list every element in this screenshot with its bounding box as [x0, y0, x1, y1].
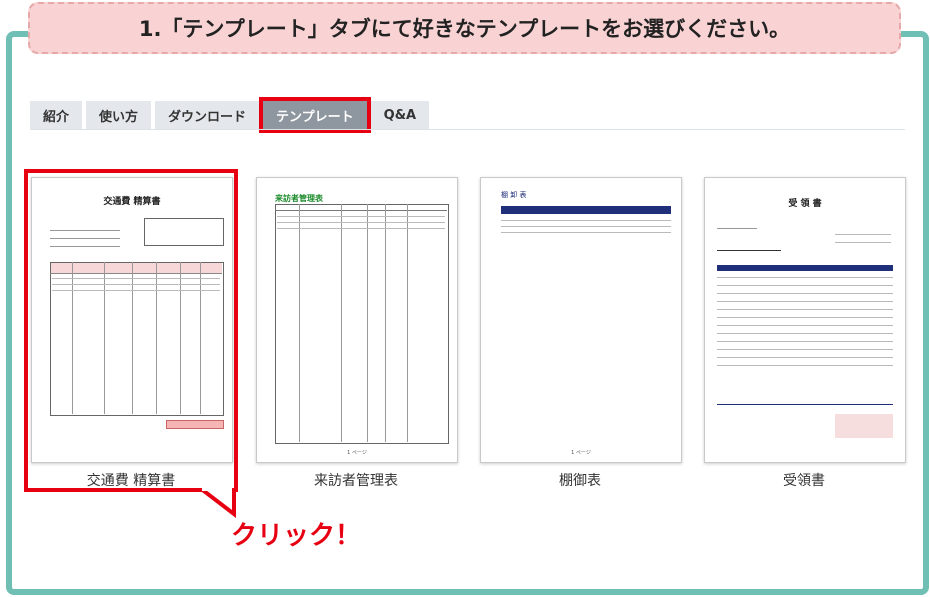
callout-tail [198, 488, 236, 518]
template-card-receipt[interactable]: 受 領 書 [704, 177, 906, 463]
template-title-inventory[interactable]: 棚御表 [480, 470, 680, 490]
tab-qa[interactable]: Q&A [370, 101, 430, 129]
tab-bar: 紹介 使い方 ダウンロード テンプレート Q&A [30, 97, 430, 133]
template-card-visitor[interactable]: 来訪者管理表 1 ページ [256, 177, 458, 463]
doc-heading: 来訪者管理表 [275, 194, 323, 203]
template-title-visitor[interactable]: 来訪者管理表 [256, 470, 456, 490]
tab-divider [30, 129, 905, 130]
doc-heading: 棚 卸 表 [501, 191, 527, 199]
doc-heading: 受 領 書 [788, 199, 822, 209]
tab-download[interactable]: ダウンロード [155, 101, 260, 129]
banner-title: 1.「テンプレート」タブにて好きなテンプレートをお選びください。 [138, 17, 791, 41]
page-footer: 1 ページ [571, 450, 591, 456]
tab-template[interactable]: テンプレート [259, 97, 371, 133]
tab-howto[interactable]: 使い方 [86, 101, 152, 129]
click-annotation: クリック！ [231, 521, 362, 551]
tab-intro[interactable]: 紹介 [30, 101, 83, 129]
template-title-receipt[interactable]: 受領書 [704, 470, 904, 490]
highlight-box [24, 169, 238, 492]
template-card-inventory[interactable]: 棚 卸 表 1 ページ [480, 177, 682, 463]
page-footer: 1 ページ [347, 450, 367, 456]
instruction-banner: 1.「テンプレート」タブにて好きなテンプレートをお選びください。 [28, 2, 901, 54]
